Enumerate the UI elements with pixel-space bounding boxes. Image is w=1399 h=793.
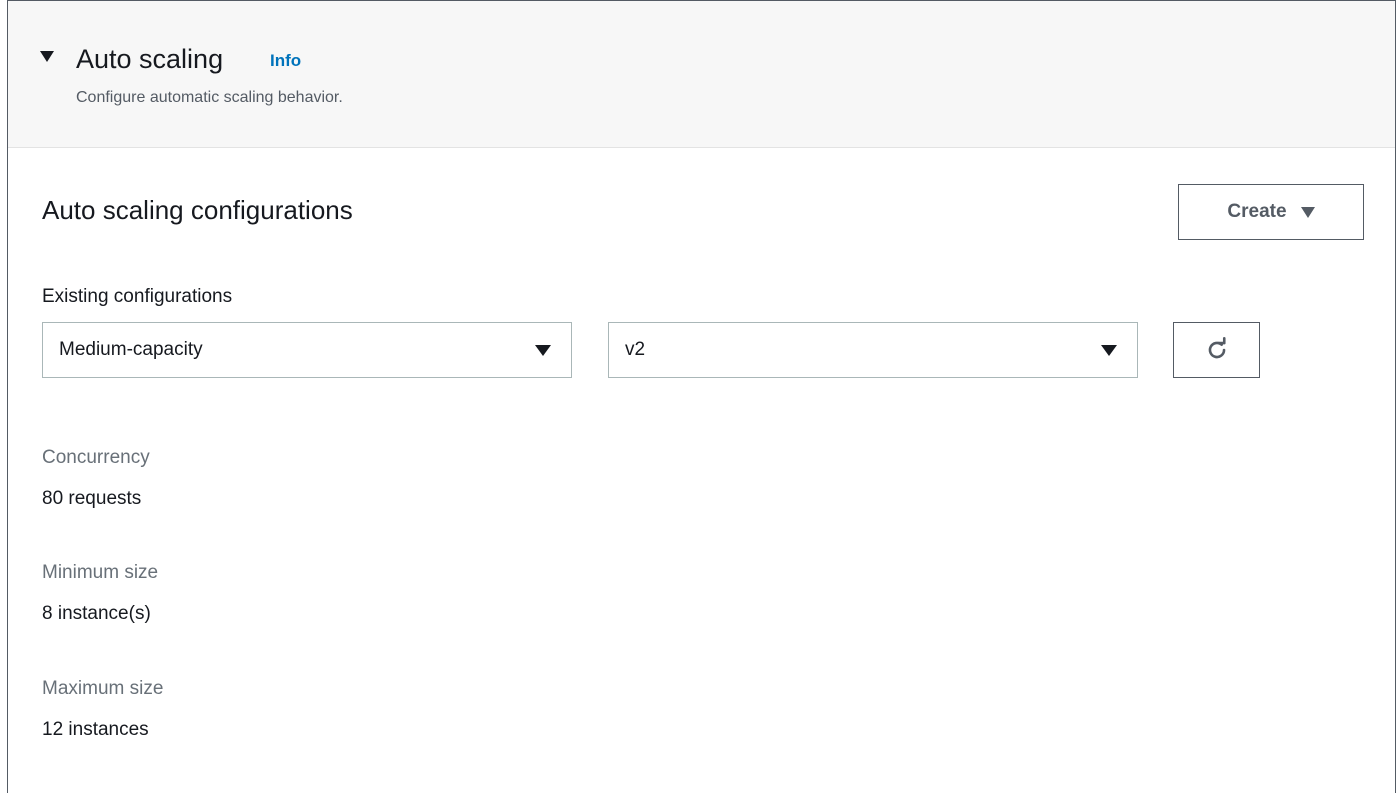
auto-scaling-panel: Auto scaling Info Configure automatic sc… (7, 0, 1396, 793)
configurations-title: Auto scaling configurations (42, 195, 353, 225)
chevron-down-icon (1300, 206, 1315, 218)
version-select[interactable]: v2 (608, 322, 1138, 378)
maximum-size-value: 12 instances (42, 719, 149, 740)
configuration-select-value: Medium-capacity (59, 339, 203, 360)
section-header: Auto scaling Info Configure automatic sc… (8, 1, 1395, 148)
create-button-label: Create (1227, 201, 1287, 222)
info-link[interactable]: Info (270, 51, 301, 71)
refresh-icon (1208, 337, 1226, 359)
version-select-value: v2 (625, 339, 646, 360)
refresh-button[interactable] (1173, 322, 1260, 378)
maximum-size-label: Maximum size (42, 678, 164, 699)
concurrency-label: Concurrency (42, 447, 150, 468)
collapse-caret-icon[interactable] (40, 51, 54, 62)
existing-configurations-label: Existing configurations (42, 286, 233, 307)
create-button[interactable]: Create (1178, 184, 1364, 240)
caret-down-icon (535, 345, 551, 356)
configuration-select[interactable]: Medium-capacity (42, 322, 572, 378)
section-title: Auto scaling (76, 44, 224, 74)
minimum-size-label: Minimum size (42, 562, 159, 583)
minimum-size-value: 8 instance(s) (42, 603, 151, 624)
caret-down-icon (1101, 345, 1117, 356)
section-description: Configure automatic scaling behavior. (76, 89, 343, 106)
concurrency-value: 80 requests (42, 488, 142, 509)
